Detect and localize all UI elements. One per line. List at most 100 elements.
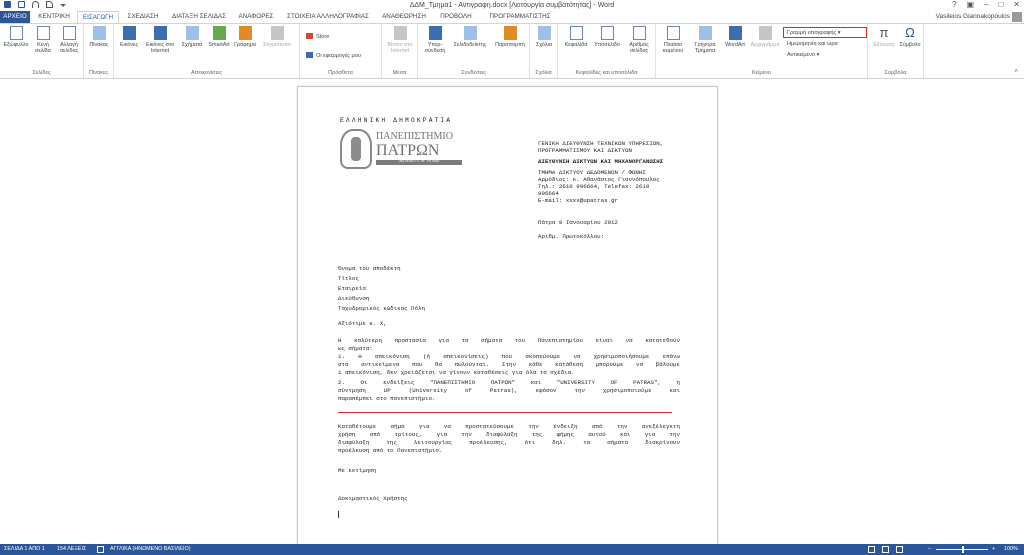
collapse-ribbon-icon[interactable]: ˄ [1014, 69, 1018, 75]
text-box-icon [666, 26, 680, 40]
language-status[interactable]: ΑΓΓΛΙΚΑ (ΗΝΩΜΕΝΟ ΒΑΣΙΛΕΙΟ) [110, 544, 191, 555]
read-mode-icon[interactable] [868, 546, 875, 553]
text-box-button[interactable]: Πλαίσιο κειμένου [658, 26, 688, 54]
group-header-footer: Κεφαλίδα Υποσέλιδο Αριθμός σελίδας Κεφαλ… [558, 24, 656, 78]
online-video-button[interactable]: Βίντεο στο Internet [385, 26, 415, 54]
online-pictures-icon [153, 26, 167, 40]
dept-line: ΠΡΟΓΡΑΜΜΑΤΙΣΜΟΥ ΚΑΙ ΔΙΚΤΥΩΝ [538, 147, 632, 154]
highlight-box [783, 27, 867, 38]
help-icon[interactable]: ? [952, 0, 956, 9]
body-line: παραπέμπει στο πανεπιστήμιο. [338, 395, 436, 402]
address-line: Όνομα του αποδέκτη [338, 265, 401, 272]
document-page[interactable]: ΕΛΛΗΝΙΚΗ ΔΗΜΟΚΡΑΤΙΑ ΠΑΝΕΠΙΣΤΗΜΙΟ ΠΑΤΡΩΝ … [297, 86, 718, 546]
body-line: 1. Η απεικόνιση (ή απεικονίσεις) που σκο… [338, 353, 680, 360]
date-line: Πάτρα 9 Ιανουαρίου 2012 [538, 219, 619, 226]
quick-parts-icon [698, 26, 712, 40]
avatar[interactable] [1012, 12, 1022, 22]
body2-line: χρήση από τρίτους, για την διαφύλαξη της… [338, 431, 680, 438]
body-line: ως σήματα: [338, 345, 373, 352]
logo-text-2: ΠΑΤΡΩΝ [376, 142, 440, 159]
status-bar: ΣΕΛΙΔΑ 1 ΑΠΟ 1 154 ΛΕΞΕΙΣ ΑΓΓΛΙΚΑ (ΗΝΩΜΕ… [0, 544, 1024, 555]
document-area[interactable]: ΕΛΛΗΝΙΚΗ ΔΗΜΟΚΡΑΤΙΑ ΠΑΝΕΠΙΣΤΗΜΙΟ ΠΑΤΡΩΝ … [0, 80, 1024, 546]
cover-page-button[interactable]: Εξώφυλλο [3, 26, 29, 48]
wordart-button[interactable]: WordArt [721, 26, 749, 48]
window-title: ΔΔΜ_Τμημα1 - Αντιγραφη.docx [Λειτουργία … [409, 2, 615, 9]
chart-button[interactable]: Γράφημα [233, 26, 257, 48]
user-name[interactable]: Vasileios Giannakopoulos [936, 12, 1010, 22]
drop-cap-icon [758, 26, 772, 40]
my-apps-button[interactable]: Οι εφαρμογές μου [306, 52, 361, 60]
word-count[interactable]: 154 ΛΕΞΕΙΣ [57, 544, 86, 555]
body-line: 1 απεικόνιση, δεν χρειάζεται να γίνουν κ… [338, 369, 575, 376]
blank-page-button[interactable]: Κενή σελίδα [32, 26, 54, 54]
university-logo: ΠΑΝΕΠΙΣΤΗΜΙΟ ΠΑΤΡΩΝ UNIVERSITY OF PATRAS [340, 129, 464, 173]
tab-design[interactable]: ΣΧΕΔΙΑΣΗ [123, 11, 163, 23]
tab-file[interactable]: ΑΡΧΕΙΟ [0, 11, 30, 23]
equation-button[interactable]: π Εξίσωση [872, 26, 896, 49]
dept-line: E-mail: xxxx@upatras.gr [538, 197, 619, 204]
logo-text-1: ΠΑΝΕΠΙΣΤΗΜΙΟ [376, 131, 453, 142]
pictures-button[interactable]: Εικόνες [118, 26, 140, 48]
tab-developer[interactable]: ΠΡΟΓΡΑΜΜΑΤΙΣΤΗΣ [482, 11, 558, 23]
ribbon-display-icon[interactable]: ▣ [966, 0, 974, 9]
zoom-out-button[interactable]: – [928, 544, 931, 555]
salutation: Αξιότιμε κ. Χ, [338, 320, 387, 327]
header-button[interactable]: Κεφαλίδα [561, 26, 591, 48]
zoom-in-button[interactable]: + [992, 544, 995, 555]
page-break-button[interactable]: Αλλαγή σελίδας [57, 26, 81, 54]
tab-references[interactable]: ΑΝΑΦΟΡΕΣ [234, 11, 278, 23]
object-button[interactable]: Αντικείμενο ▾ [787, 51, 819, 59]
zoom-slider-thumb[interactable] [962, 546, 964, 553]
tab-home[interactable]: ΚΕΝΤΡΙΚΗ [34, 11, 74, 23]
bookmark-button[interactable]: Σελιδοδείκτης [450, 26, 490, 48]
cover-page-icon [9, 26, 23, 40]
quick-parts-button[interactable]: Γρήγορα Τμήματα [690, 26, 720, 54]
comment-button[interactable]: Σχόλια [532, 26, 556, 48]
body2-line: Καταθέτουμε σήμα για να προστατεύσουμε τ… [338, 423, 680, 430]
minimize-icon[interactable]: – [984, 0, 988, 9]
close-icon[interactable]: ✕ [1013, 0, 1020, 9]
group-label: Κεφαλίδες και υποσέλιδα [575, 70, 638, 76]
store-button[interactable]: Store [306, 33, 329, 41]
symbol-button[interactable]: Ω Σύμβολο [898, 25, 922, 49]
page-number-icon [632, 26, 646, 40]
page-count[interactable]: ΣΕΛΙΔΑ 1 ΑΠΟ 1 [4, 544, 45, 555]
maximize-icon[interactable]: □ [998, 0, 1003, 9]
protocol-line: Αριθμ. Πρωτοκόλλου: [538, 233, 605, 240]
dept-line: Τηλ.: 2610 996664, Telefax: 2610 [538, 183, 650, 190]
window-controls: ? ▣ – □ ✕ [952, 0, 1020, 9]
cross-reference-button[interactable]: Παραπομπή [492, 26, 528, 48]
tab-mailings[interactable]: ΣΤΟΙΧΕΙΑ ΑΛΛΗΛΟΓΡΑΦΙΑΣ [283, 11, 373, 23]
logo-text-3: UNIVERSITY OF PATRAS [376, 160, 462, 165]
smartart-button[interactable]: SmartArt [206, 26, 232, 48]
web-layout-icon[interactable] [896, 546, 903, 553]
footer-button[interactable]: Υποσέλιδο [592, 26, 622, 48]
omega-icon: Ω [905, 25, 915, 40]
smartart-icon [212, 26, 226, 40]
header-icon [569, 26, 583, 40]
shapes-button[interactable]: Σχήματα [179, 26, 205, 48]
tab-layout[interactable]: ΔΙΑΤΑΞΗ ΣΕΛΙΔΑΣ [166, 11, 232, 23]
screenshot-button[interactable]: Στιγμιότυπο [259, 26, 295, 48]
dept-line: ΤΜΗΜΑ ΔΙΚΤΥΟΥ ΔΕΔΟΜΕΝΩΝ / ΦΩΝΗΣ [538, 169, 646, 176]
online-pictures-button[interactable]: Εικόνες στο Internet [142, 26, 178, 54]
page-break-icon [62, 26, 76, 40]
table-button[interactable]: Πίνακας [87, 26, 111, 48]
group-symbols: π Εξίσωση Ω Σύμβολο Σύμβολα [868, 24, 924, 78]
tab-view[interactable]: ΠΡΟΒΟΛΗ [436, 11, 476, 23]
proofing-icon[interactable] [97, 546, 104, 553]
zoom-level[interactable]: 100% [1004, 544, 1018, 555]
body2-line: διαφύλαξη της λειτουργίας προέλευσης, ότ… [338, 439, 680, 446]
drop-cap-button[interactable]: Αρχιγράμμα [749, 26, 781, 48]
date-time-button[interactable]: Ημερομηνία και ώρα [787, 40, 838, 48]
ribbon-tabs: ΑΡΧΕΙΟ ΚΕΝΤΡΙΚΗ ΕΙΣΑΓΩΓΗ ΣΧΕΔΙΑΣΗ ΔΙΑΤΑΞ… [0, 11, 1024, 24]
address-line: Ταχυδρομικός κώδικας Πόλη [338, 305, 425, 312]
screenshot-icon [270, 26, 284, 40]
print-layout-icon[interactable] [882, 546, 889, 553]
page-number-button[interactable]: Αριθμός σελίδας [624, 26, 654, 54]
footer-icon [600, 26, 614, 40]
hyperlink-button[interactable]: Υπερ-σύνδεση [422, 26, 448, 54]
body-line: Η καλύτερη προστασία για τα σήματα του Π… [338, 337, 680, 344]
tab-review[interactable]: ΑΝΑΘΕΩΡΗΣΗ [377, 11, 431, 23]
store-icon [306, 33, 313, 39]
